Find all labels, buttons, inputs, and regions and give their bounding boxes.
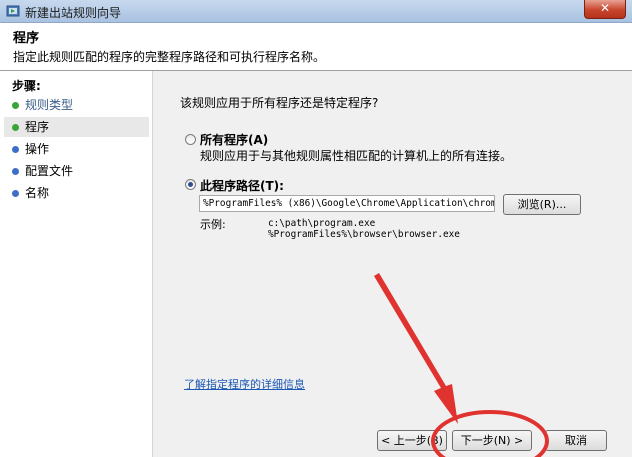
close-button[interactable]: ✕ (584, 0, 626, 19)
cancel-button[interactable]: 取消 (545, 430, 607, 451)
learn-more-link[interactable]: 了解指定程序的详细信息 (184, 376, 305, 392)
all-programs-radio[interactable] (185, 134, 196, 145)
step-done-dot-icon (12, 102, 19, 109)
question-text: 该规则应用于所有程序还是特定程序? (180, 96, 379, 110)
step-label: 规则类型 (25, 98, 74, 112)
step-name[interactable]: 名称 (4, 183, 149, 203)
step-pending-dot-icon (12, 168, 19, 175)
back-button[interactable]: < 上一步(B) (377, 430, 447, 451)
steps-sidebar: 步骤: 规则类型 程序 操作 配置文件 名称 (0, 71, 153, 457)
step-action[interactable]: 操作 (4, 139, 149, 159)
program-path-input[interactable]: %ProgramFiles% (x86)\Google\Chrome\Appli… (199, 195, 495, 212)
step-program[interactable]: 程序 (4, 117, 149, 137)
all-programs-label[interactable]: 所有程序(A) (200, 131, 268, 148)
steps-label: 步骤: (12, 79, 41, 93)
step-label: 程序 (25, 120, 50, 134)
step-label: 配置文件 (25, 164, 74, 178)
step-pending-dot-icon (12, 190, 19, 197)
step-pending-dot-icon (12, 146, 19, 153)
wizard-icon (6, 5, 20, 17)
all-programs-description: 规则应用于与其他规则属性相匹配的计算机上的所有连接。 (200, 149, 513, 163)
title-bar: 新建出站规则向导 ✕ (0, 0, 632, 23)
program-path-radio[interactable] (185, 179, 196, 190)
page-title: 程序 (13, 31, 40, 46)
program-path-label[interactable]: 此程序路径(T): (200, 177, 284, 194)
step-label: 操作 (25, 142, 50, 156)
example-path-1: c:\path\program.exe (268, 218, 376, 229)
step-label: 名称 (25, 186, 50, 200)
step-profile[interactable]: 配置文件 (4, 161, 149, 181)
page-description: 指定此规则匹配的程序的完整程序路径和可执行程序名称。 (13, 50, 326, 64)
next-button[interactable]: 下一步(N) > (452, 430, 532, 451)
main-panel: 该规则应用于所有程序还是特定程序? 所有程序(A) 规则应用于与其他规则属性相匹… (153, 71, 632, 457)
step-rule-type[interactable]: 规则类型 (4, 95, 149, 115)
step-done-dot-icon (12, 124, 19, 131)
example-path-2: %ProgramFiles%\browser\browser.exe (268, 229, 460, 240)
example-label: 示例: (200, 218, 226, 231)
wizard-header: 程序 指定此规则匹配的程序的完整程序路径和可执行程序名称。 (0, 23, 632, 71)
browse-button[interactable]: 浏览(R)... (503, 194, 581, 215)
window-title: 新建出站规则向导 (25, 6, 122, 20)
